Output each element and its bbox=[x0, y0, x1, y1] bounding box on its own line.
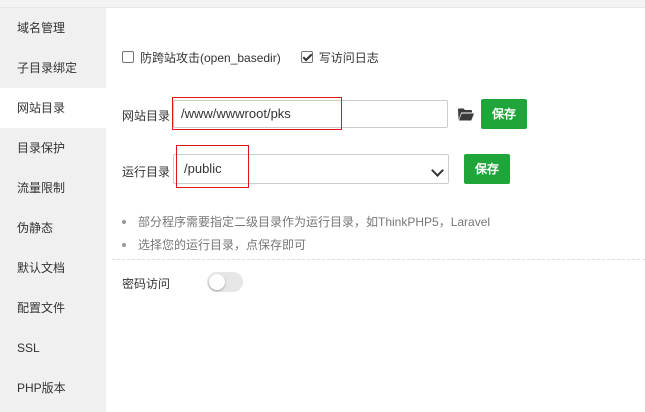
password-access-label: 密码访问 bbox=[122, 277, 171, 291]
note-text: 部分程序需要指定二级目录作为运行目录，如ThinkPHP5，Laravel bbox=[138, 215, 491, 229]
list-item: 部分程序需要指定二级目录作为运行目录，如ThinkPHP5，Laravel bbox=[120, 212, 490, 235]
sidebar-item-default-doc[interactable]: 默认文档 bbox=[0, 248, 106, 288]
site-dir-input[interactable]: /www/wwwroot/pks bbox=[173, 100, 448, 128]
sidebar-item-config-file[interactable]: 配置文件 bbox=[0, 288, 106, 328]
sidebar-item-domain[interactable]: 域名管理 bbox=[0, 8, 106, 48]
bullet-icon bbox=[122, 220, 126, 224]
run-dir-label: 运行目录 bbox=[122, 165, 171, 179]
list-item: 选择您的运行目录，点保存即可 bbox=[120, 235, 490, 258]
sidebar-item-rewrite[interactable]: 伪静态 bbox=[0, 208, 106, 248]
divider bbox=[112, 259, 645, 260]
note-text: 选择您的运行目录，点保存即可 bbox=[138, 238, 307, 252]
chevron-down-icon bbox=[431, 164, 444, 177]
sidebar-item-traffic-limit[interactable]: 流量限制 bbox=[0, 168, 106, 208]
run-dir-select[interactable]: /public bbox=[173, 154, 449, 184]
bullet-icon bbox=[122, 243, 126, 247]
help-notes: 部分程序需要指定二级目录作为运行目录，如ThinkPHP5，Laravel 选择… bbox=[120, 212, 490, 258]
run-dir-save-button[interactable]: 保存 bbox=[464, 154, 510, 184]
top-strip bbox=[0, 0, 645, 8]
anti-cross-site-label: 防跨站攻击(open_basedir) bbox=[140, 50, 281, 65]
anti-cross-site-checkbox[interactable] bbox=[122, 51, 134, 63]
folder-open-icon[interactable] bbox=[458, 108, 474, 121]
access-log-label: 写访问日志 bbox=[318, 50, 379, 65]
sidebar-item-php-version[interactable]: PHP版本 bbox=[0, 368, 106, 408]
toggle-knob bbox=[209, 274, 225, 290]
site-dir-label: 网站目录 bbox=[122, 109, 171, 123]
sidebar-item-ssl[interactable]: SSL bbox=[0, 328, 106, 368]
password-access-toggle[interactable] bbox=[207, 272, 243, 292]
sidebar-item-dir-protection[interactable]: 目录保护 bbox=[0, 128, 106, 168]
sidebar-item-site-directory[interactable]: 网站目录 bbox=[0, 88, 106, 128]
access-log-checkbox[interactable] bbox=[300, 51, 313, 63]
sidebar-item-subdir-binding[interactable]: 子目录绑定 bbox=[0, 48, 106, 88]
run-dir-selected-value: /public bbox=[184, 161, 222, 176]
site-dir-save-button[interactable]: 保存 bbox=[481, 99, 527, 129]
main-panel: 防跨站攻击(open_basedir) 写访问日志 网站目录 /www/wwwr… bbox=[106, 8, 645, 412]
sidebar: 域名管理 子目录绑定 网站目录 目录保护 流量限制 伪静态 默认文档 配置文件 … bbox=[0, 8, 106, 412]
options-row: 防跨站攻击(open_basedir) 写访问日志 bbox=[122, 48, 399, 66]
